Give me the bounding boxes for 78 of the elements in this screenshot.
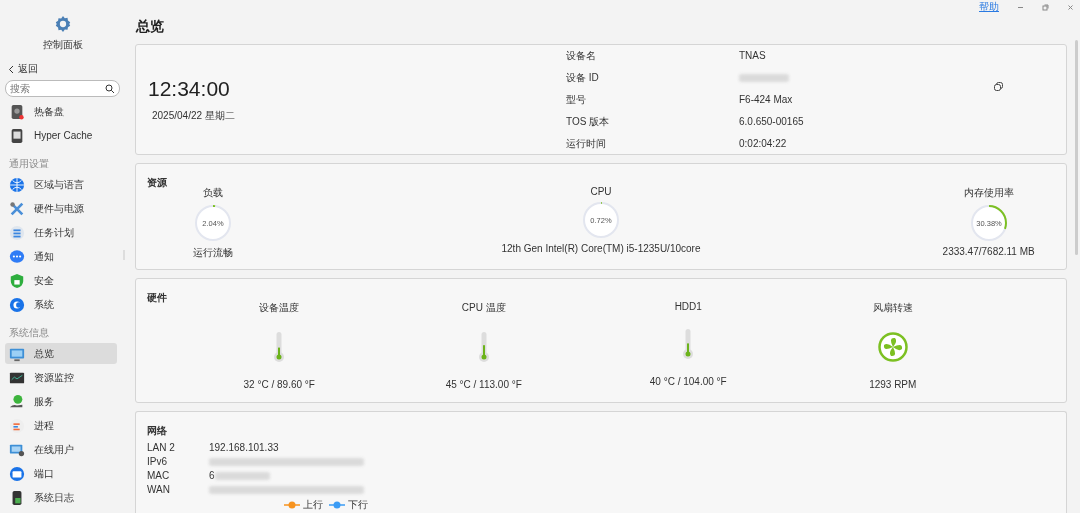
shield-icon	[9, 272, 25, 289]
tools-icon	[9, 200, 25, 217]
network-value: 192.168.101.33	[209, 442, 279, 453]
page-title: 总览	[136, 18, 164, 36]
chat-icon	[9, 248, 25, 265]
field-value: 0:02:04:22	[739, 138, 787, 149]
sensor-label: CPU 温度	[461, 301, 506, 315]
thermometer-icon	[683, 329, 694, 359]
legend-item[interactable]: 下行	[329, 498, 368, 512]
network-label: WAN	[147, 484, 171, 495]
gauge-label: 内存使用率	[963, 186, 1014, 200]
section-title: 资源	[147, 176, 167, 190]
gauge-caption: 12th Gen Intel(R) Core(TM) i5-1235U/10core	[501, 243, 701, 254]
copy-icon[interactable]	[994, 82, 1003, 91]
field-label: 设备 ID	[566, 70, 600, 85]
field-label: 运行时间	[566, 136, 607, 151]
clock-date: 2025/04/22 星期二	[152, 108, 236, 123]
field-value: F6-424 Max	[739, 94, 793, 105]
fan-icon	[877, 332, 908, 362]
sensor-reading: 32 °C / 89.60 °F	[243, 379, 315, 390]
chevron-left-icon	[8, 64, 14, 74]
sidebar-item[interactable]: 系统日志	[5, 487, 117, 508]
sidebar-item[interactable]: 系统	[5, 294, 117, 315]
sensor-label: 设备温度	[259, 301, 300, 315]
field-label: TOS 版本	[566, 114, 611, 129]
settings-icon	[53, 15, 72, 33]
network-label: LAN 2	[147, 442, 176, 453]
sensor-reading: 1293 RPM	[869, 379, 917, 390]
sidebar-item[interactable]: 通知	[5, 246, 117, 267]
sidebar-item[interactable]: 服务	[5, 391, 117, 412]
sidebar-item[interactable]: 硬件与电源	[5, 198, 117, 219]
gauge-label: CPU	[590, 186, 612, 197]
sensor-label: HDD1	[674, 301, 702, 312]
field-label: 设备名	[566, 48, 597, 63]
globe-icon	[9, 176, 25, 193]
list-icon	[9, 224, 25, 241]
restore-icon[interactable]	[1042, 3, 1049, 11]
section-title: 硬件	[147, 291, 167, 305]
search-field[interactable]: 搜索	[5, 80, 120, 97]
sidebar-item[interactable]: Hyper Cache	[5, 125, 117, 146]
circle-icon	[9, 296, 25, 313]
gauge-caption: 2333.47/7682.11 MB	[942, 246, 1035, 257]
person-icon	[9, 393, 25, 410]
search-icon	[105, 84, 115, 94]
gauge-label: 负载	[203, 186, 224, 200]
network-label: IPv6	[147, 456, 168, 467]
back-link[interactable]: 返回	[8, 62, 38, 76]
sidebar-item[interactable]: 安全	[5, 270, 117, 291]
field-value: TNAS	[739, 50, 766, 61]
section-header: 通用设置	[9, 157, 49, 171]
window-icon	[9, 465, 25, 482]
sensor-reading: 40 °C / 104.00 °F	[649, 376, 727, 387]
thermometer-icon	[478, 332, 489, 362]
sidebar-item[interactable]: 端口	[5, 463, 117, 484]
sidebar-item[interactable]: 区域与语言	[5, 174, 117, 195]
sidebar-item[interactable]: 热备盘	[5, 101, 117, 122]
help-link[interactable]: 帮助	[979, 0, 999, 14]
section-title: 网络	[147, 424, 167, 438]
sidebar-item[interactable]: 进程	[5, 415, 117, 436]
panel-title: 控制面板	[42, 38, 83, 52]
sidebar-item[interactable]: 总览	[5, 343, 117, 364]
sensor-label: 风扇转速	[872, 301, 913, 315]
section-header: 系统信息	[9, 326, 49, 340]
thermometer-icon	[274, 332, 285, 362]
scrollbar[interactable]	[1075, 40, 1078, 255]
network-label: MAC	[147, 470, 171, 481]
sidebar-item[interactable]: 在线用户	[5, 439, 117, 460]
legend-item[interactable]: 上行	[284, 498, 323, 512]
field-value: 6.0.650-00165	[739, 116, 804, 127]
clock-time: 12:34:00	[148, 76, 231, 101]
close-icon[interactable]	[1067, 3, 1074, 11]
sensor-reading: 45 °C / 113.00 °F	[445, 379, 522, 390]
gauge-caption: 运行流畅	[193, 246, 234, 260]
sidebar-item[interactable]: 资源监控	[5, 367, 117, 388]
sidebar-item[interactable]: 任务计划	[5, 222, 117, 243]
drive-icon	[9, 127, 25, 144]
field-label: 型号	[566, 92, 587, 107]
network-value: 6	[209, 470, 215, 481]
